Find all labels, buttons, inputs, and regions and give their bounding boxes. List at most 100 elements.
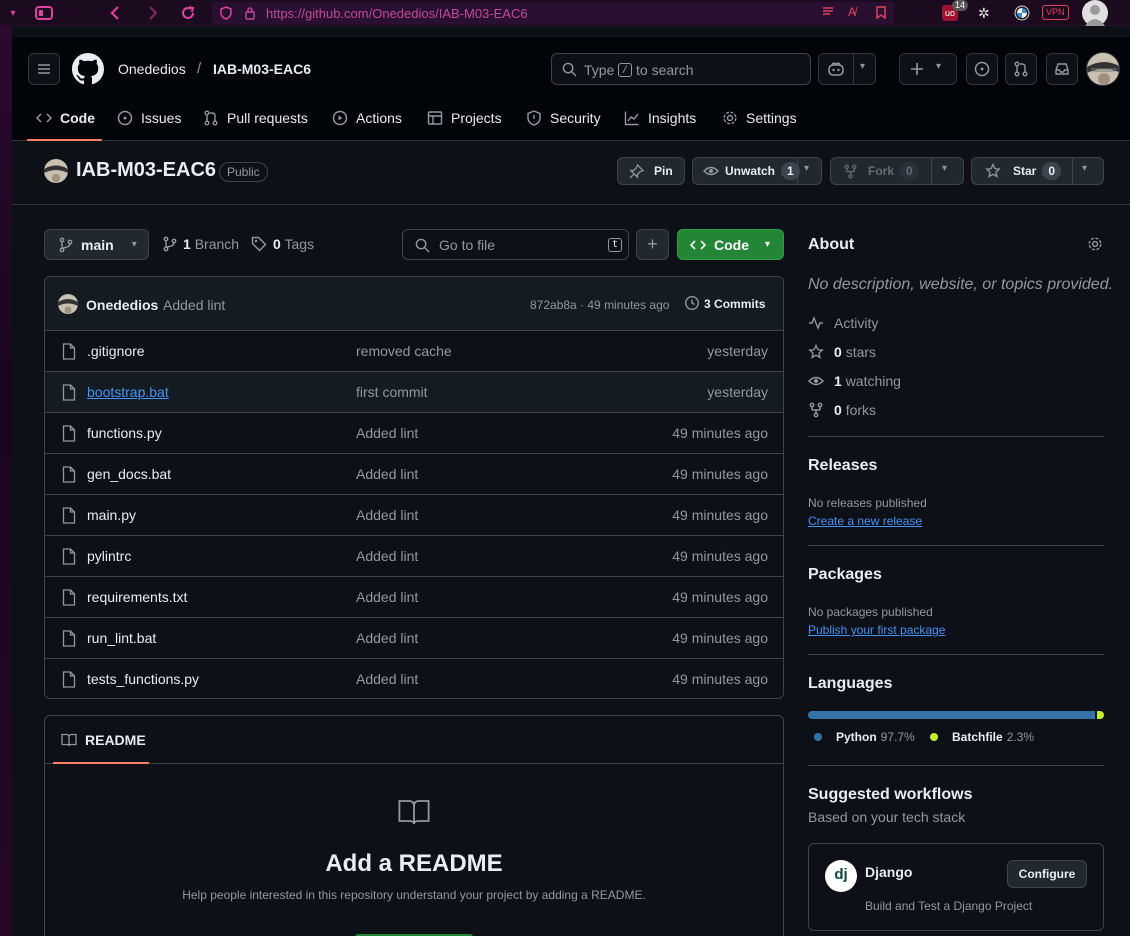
inbox-button[interactable]	[1046, 53, 1078, 85]
chevron-down-icon[interactable]: ▾	[1082, 163, 1087, 174]
file-row[interactable]: requirements.txt Added lint 49 minutes ago	[45, 577, 783, 618]
file-name[interactable]: requirements.txt	[87, 589, 187, 605]
readme-tab[interactable]: README	[85, 732, 146, 748]
vpn-button[interactable]: VPN	[1042, 5, 1069, 20]
breadcrumb-owner[interactable]: Onededios	[118, 61, 186, 77]
file-commit-message[interactable]: Added lint	[356, 548, 418, 564]
file-name[interactable]: pylintrc	[87, 548, 131, 564]
branch-label: Branch	[194, 236, 240, 252]
file-name[interactable]: bootstrap.bat	[87, 384, 169, 400]
language-batchfile[interactable]: Batchfile 2.3%	[930, 730, 1034, 744]
user-avatar[interactable]	[1086, 52, 1120, 86]
tab-actions[interactable]: Actions	[332, 106, 402, 130]
browser-profile-avatar[interactable]	[1082, 0, 1108, 26]
commit-author[interactable]: Onededios	[86, 297, 158, 313]
file-name[interactable]: .gitignore	[87, 343, 145, 359]
file-commit-message[interactable]: first commit	[356, 384, 428, 400]
bmw-icon[interactable]	[1014, 5, 1030, 21]
go-to-file-input[interactable]: Go to file t	[402, 229, 629, 260]
stars-link[interactable]: 0 stars	[808, 344, 876, 360]
hamburger-menu-button[interactable]	[28, 53, 60, 85]
chevron-down-icon[interactable]: ▾	[860, 61, 865, 72]
issues-button[interactable]	[966, 53, 998, 85]
pin-button[interactable]: Pin	[617, 157, 685, 185]
file-name[interactable]: main.py	[87, 507, 136, 523]
github-logo-icon[interactable]	[72, 53, 104, 85]
file-commit-message[interactable]: Added lint	[356, 671, 418, 687]
file-row[interactable]: main.py Added lint 49 minutes ago	[45, 495, 783, 536]
breadcrumb-repo[interactable]: IAB-M03-EAC6	[213, 61, 311, 77]
chevron-down-icon[interactable]: ▾	[942, 163, 947, 174]
address-bar[interactable]: https://github.com/Onededios/IAB-M03-EAC…	[212, 2, 894, 24]
create-new-button[interactable]: ▾	[899, 53, 957, 85]
copilot-button[interactable]: ▾	[818, 53, 876, 85]
commit-author-avatar[interactable]	[58, 294, 78, 314]
file-name[interactable]: run_lint.bat	[87, 630, 156, 646]
file-commit-message[interactable]: Added lint	[356, 507, 418, 523]
releases-title[interactable]: Releases	[808, 457, 877, 475]
tab-security[interactable]: Security	[526, 106, 601, 130]
commit-hash-time[interactable]: 872ab8a · 49 minutes ago	[530, 298, 669, 312]
fork-button[interactable]: Fork 0 ▾	[830, 157, 964, 185]
tags-link[interactable]: 0 Tags	[251, 236, 314, 252]
commit-message[interactable]: Added lint	[163, 297, 225, 313]
browser-sidebar	[0, 26, 12, 936]
file-row[interactable]: functions.py Added lint 49 minutes ago	[45, 413, 783, 454]
translate-icon[interactable]: A̸	[848, 5, 856, 19]
bookmark-icon[interactable]	[876, 6, 886, 19]
file-row[interactable]: gen_docs.bat Added lint 49 minutes ago	[45, 454, 783, 495]
tab-insights[interactable]: Insights	[624, 106, 696, 130]
watching-link[interactable]: 1 watching	[808, 373, 901, 389]
tab-projects[interactable]: Projects	[427, 106, 502, 130]
openai-icon[interactable]: ✲	[978, 5, 990, 22]
shield-icon[interactable]	[220, 6, 232, 20]
reload-icon[interactable]	[179, 4, 197, 22]
file-name[interactable]: functions.py	[87, 425, 162, 441]
code-dropdown-button[interactable]: Code ▾	[677, 229, 784, 260]
unwatch-button[interactable]: Unwatch 1 ▾	[692, 157, 822, 185]
repo-title[interactable]: IAB-M03-EAC6	[76, 159, 216, 182]
file-name[interactable]: gen_docs.bat	[87, 466, 171, 482]
readme-tab-indicator	[53, 762, 149, 764]
activity-link[interactable]: Activity	[808, 315, 878, 331]
file-row[interactable]: tests_functions.py Added lint 49 minutes a…	[45, 659, 783, 698]
file-row[interactable]: bootstrap.bat first commit yesterday	[45, 372, 783, 413]
url-text: https://github.com/Onededios/IAB-M03-EAC…	[266, 6, 528, 21]
file-row[interactable]: pylintrc Added lint 49 minutes ago	[45, 536, 783, 577]
tab-issues[interactable]: Issues	[117, 106, 181, 130]
repo-owner-avatar[interactable]	[44, 159, 68, 183]
back-icon[interactable]	[106, 4, 124, 22]
create-release-link[interactable]: Create a new release	[808, 514, 922, 528]
branches-link[interactable]: 1 Branch	[163, 236, 239, 252]
commits-link[interactable]: 3 Commits	[704, 297, 765, 311]
file-commit-message[interactable]: removed cache	[356, 343, 452, 359]
packages-title[interactable]: Packages	[808, 566, 882, 584]
add-file-button[interactable]: +	[636, 229, 669, 260]
tab-settings[interactable]: Settings	[722, 106, 797, 130]
file-commit-message[interactable]: Added lint	[356, 466, 418, 482]
language-python[interactable]: Python 97.7%	[814, 730, 915, 744]
file-name[interactable]: tests_functions.py	[87, 671, 199, 687]
table-icon	[427, 110, 443, 126]
browser-menu-icon[interactable]: ▾	[4, 4, 22, 22]
reader-icon[interactable]	[822, 6, 834, 18]
file-commit-message[interactable]: Added lint	[356, 425, 418, 441]
forks-link[interactable]: 0 forks	[808, 402, 876, 418]
gear-icon[interactable]	[1087, 236, 1103, 252]
language-name: Batchfile	[952, 730, 1003, 744]
global-search-input[interactable]: Type / to search	[551, 53, 811, 85]
pull-requests-button[interactable]	[1005, 53, 1037, 85]
file-commit-message[interactable]: Added lint	[356, 630, 418, 646]
branch-selector-button[interactable]: main ▾	[44, 229, 149, 260]
file-commit-message[interactable]: Added lint	[356, 589, 418, 605]
sidebar-toggle-icon[interactable]	[35, 4, 53, 22]
tab-code[interactable]: Code	[36, 106, 95, 130]
tab-pull-requests[interactable]: Pull requests	[203, 106, 308, 130]
forward-icon[interactable]	[144, 4, 162, 22]
chevron-down-icon[interactable]: ▾	[804, 163, 809, 174]
configure-button[interactable]: Configure	[1007, 860, 1087, 888]
publish-package-link[interactable]: Publish your first package	[808, 623, 945, 637]
star-button[interactable]: Star 0 ▾	[971, 157, 1104, 185]
file-row[interactable]: .gitignore removed cache yesterday	[45, 331, 783, 372]
file-row[interactable]: run_lint.bat Added lint 49 minutes ago	[45, 618, 783, 659]
